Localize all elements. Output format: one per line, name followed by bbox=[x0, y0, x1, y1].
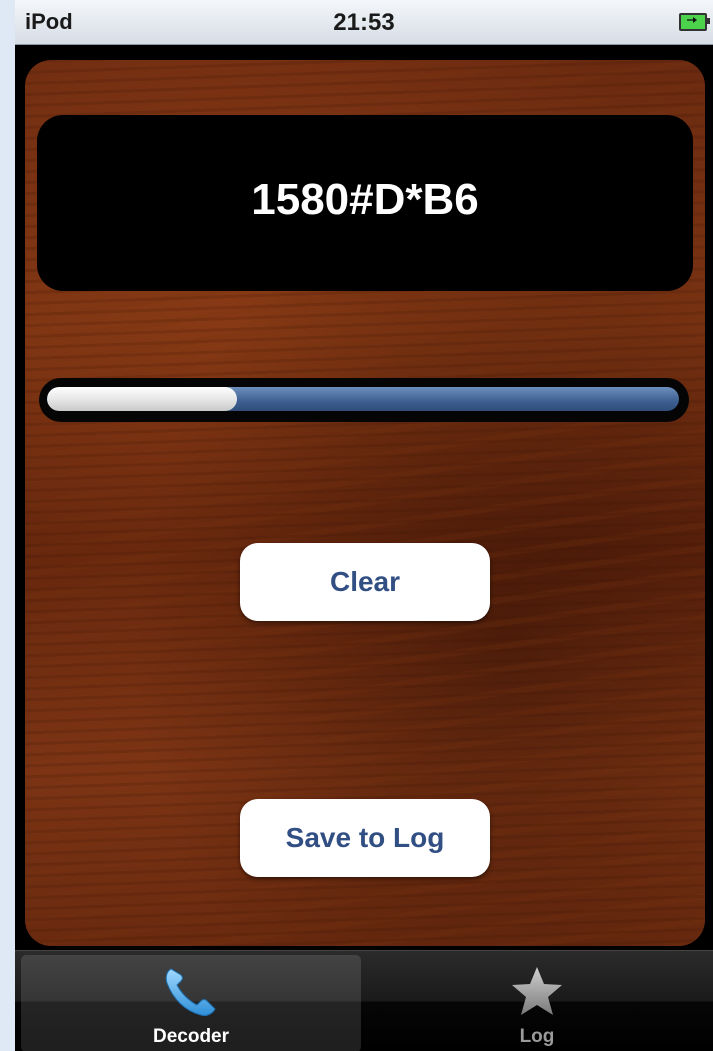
phone-icon bbox=[165, 968, 216, 1016]
tab-decoder-label: Decoder bbox=[152, 1026, 230, 1047]
progress-track-inner bbox=[47, 387, 679, 411]
tab-log[interactable]: Log bbox=[367, 955, 707, 1051]
tab-bar: Decoder Log bbox=[15, 950, 713, 1051]
status-time: 21:53 bbox=[333, 9, 395, 36]
tab-log-label: Log bbox=[519, 1026, 555, 1047]
wood-background-panel: 1580#D*B6 Clear Save to Log bbox=[25, 60, 705, 946]
progress-fill bbox=[47, 387, 237, 411]
battery-charging-icon bbox=[679, 13, 710, 31]
device-screen: iPod 21:53 1580#D*B6 Clear Save to Log D… bbox=[15, 0, 713, 1051]
signal-progress-bar bbox=[39, 378, 689, 422]
decoder-display: 1580#D*B6 bbox=[37, 115, 693, 291]
status-bar: iPod 21:53 bbox=[15, 0, 713, 45]
clear-button[interactable]: Clear bbox=[240, 543, 490, 621]
save-to-log-button[interactable]: Save to Log bbox=[240, 799, 490, 877]
star-icon bbox=[512, 967, 562, 1015]
charging-plug-icon bbox=[687, 17, 697, 23]
decoded-tone-text: 1580#D*B6 bbox=[251, 175, 479, 224]
tab-decoder[interactable]: Decoder bbox=[21, 955, 361, 1051]
